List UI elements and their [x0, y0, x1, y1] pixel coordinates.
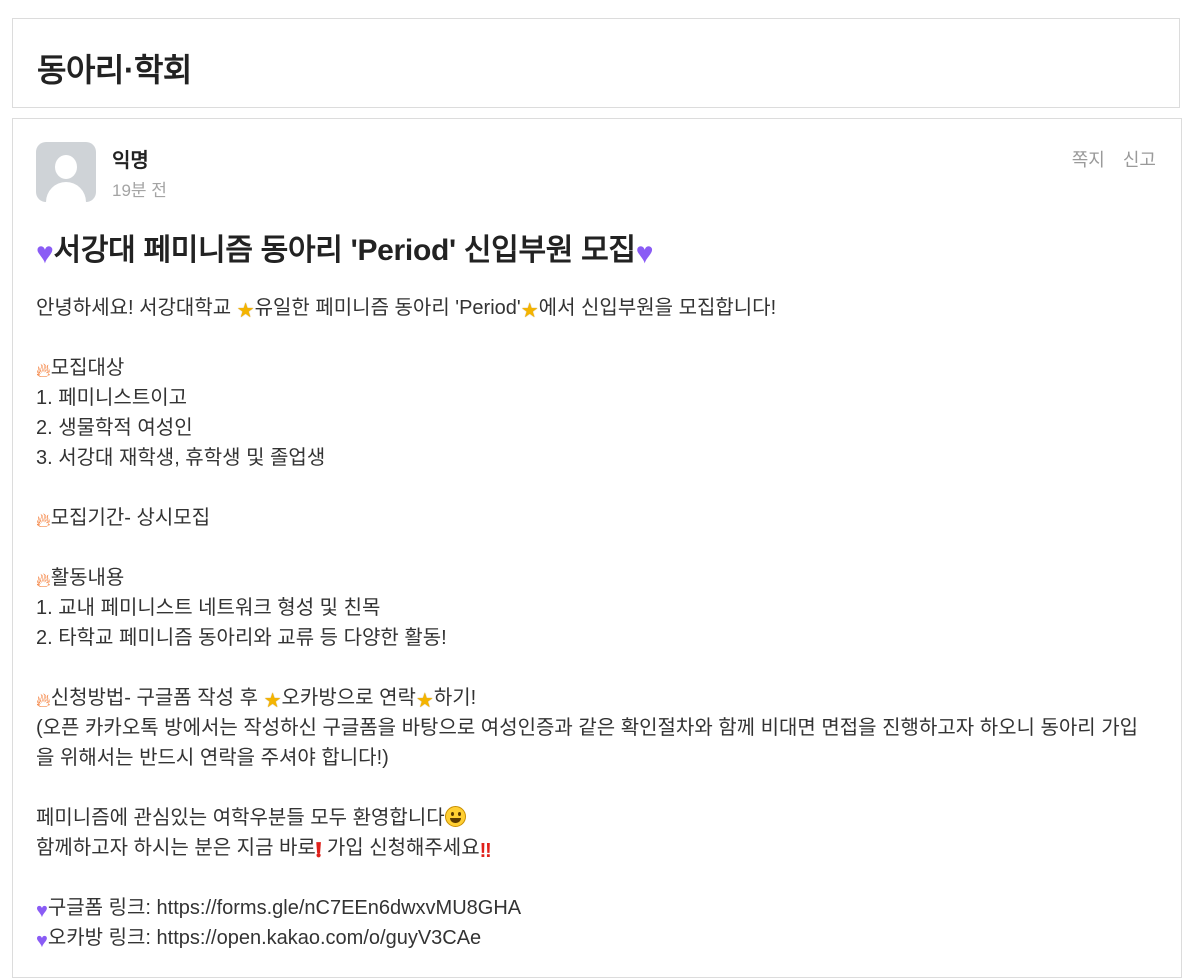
- activity-heading: 🔥︎활동내용: [36, 563, 1156, 593]
- purple-heart-icon: ♥: [36, 930, 48, 952]
- list-item: 2. 생물학적 여성인: [36, 417, 193, 439]
- avatar: [36, 142, 96, 202]
- open-chat-line: ♥오카방 링크: https://open.kakao.com/o/guyV3C…: [36, 923, 1156, 953]
- board-header: 동아리·학회: [12, 18, 1180, 108]
- post-body: 안녕하세요! 서강대학교 ★유일한 페미니즘 동아리 'Period'★에서 신…: [36, 293, 1156, 953]
- intro-line: 안녕하세요! 서강대학교 ★유일한 페미니즘 동아리 'Period'★에서 신…: [36, 293, 1156, 323]
- fire-icon: 🔥︎: [36, 690, 51, 712]
- post-actions: 쪽지 신고: [1072, 146, 1156, 172]
- star-icon: ★: [520, 300, 539, 322]
- post-title: ♥서강대 페미니즘 동아리 'Period' 신입부원 모집♥: [36, 225, 654, 270]
- post-time: 19분 전: [112, 181, 167, 200]
- board-title[interactable]: 동아리·학회: [37, 45, 192, 91]
- star-icon: ★: [236, 300, 255, 322]
- star-icon: ★: [415, 690, 434, 712]
- period-text: 모집기간- 상시모집: [50, 507, 211, 529]
- join-end-text: 가입 신청해주세요: [321, 837, 480, 859]
- apply-contact-text: 오카방으로 연락: [281, 687, 416, 709]
- star-icon: ★: [263, 690, 282, 712]
- list-item: 1. 페미니스트이고: [36, 387, 188, 409]
- welcome-text: 페미니즘에 관심있는 여학우분들 모두 환영합니다: [36, 807, 445, 829]
- target-heading-text: 모집대상: [50, 357, 125, 379]
- open-chat-link[interactable]: 오카방 링크: https://open.kakao.com/o/guyV3CA…: [48, 927, 481, 949]
- apply-end-text: 하기!: [433, 687, 477, 709]
- google-form-link[interactable]: 구글폼 링크: https://forms.gle/nC7EEn6dwxvMU8…: [48, 897, 521, 919]
- period-line: 🔥︎모집기간- 상시모집: [36, 503, 1156, 533]
- welcome-line: 페미니즘에 관심있는 여학우분들 모두 환영합니다: [36, 803, 1156, 833]
- google-form-line: ♥구글폼 링크: https://forms.gle/nC7EEn6dwxvMU…: [36, 893, 1156, 923]
- purple-heart-icon: ♥: [36, 237, 54, 270]
- list-item: 1. 교내 페미니스트 네트워크 형성 및 친목: [36, 597, 381, 619]
- list-item: 3. 서강대 재학생, 휴학생 및 졸업생: [36, 447, 326, 469]
- intro-club-text: 유일한 페미니즘 동아리 'Period': [254, 297, 521, 319]
- fire-icon: 🔥︎: [36, 570, 51, 592]
- join-text: 함께하고자 하시는 분은 지금 바로: [36, 837, 316, 859]
- apply-line: 🔥︎신청방법- 구글폼 작성 후 ★오카방으로 연락★하기!: [36, 683, 1156, 713]
- red-double-exclamation-icon: ‼︎: [479, 840, 492, 862]
- purple-heart-icon: ♥: [36, 900, 48, 922]
- report-button[interactable]: 신고: [1123, 146, 1156, 172]
- post-article: 익명 19분 전 쪽지 신고 ♥서강대 페미니즘 동아리 'Period' 신입…: [12, 118, 1182, 978]
- fire-icon: 🔥︎: [36, 510, 51, 532]
- post-title-text: 서강대 페미니즘 동아리 'Period' 신입부원 모집: [53, 234, 637, 267]
- fire-icon: 🔥︎: [36, 360, 51, 382]
- apply-text: 신청방법- 구글폼 작성 후: [50, 687, 264, 709]
- list-item: 2. 타학교 페미니즘 동아리와 교류 등 다양한 활동!: [36, 627, 447, 649]
- smiley-icon: [444, 806, 466, 827]
- purple-heart-icon: ♥: [635, 237, 654, 270]
- activity-heading-text: 활동내용: [50, 567, 125, 589]
- target-heading: 🔥︎모집대상: [36, 353, 1156, 383]
- apply-note: (오픈 카카오톡 방에서는 작성하신 구글폼을 바탕으로 여성인증과 같은 확인…: [36, 717, 1139, 769]
- author-name: 익명: [112, 150, 149, 172]
- message-button[interactable]: 쪽지: [1072, 146, 1105, 172]
- join-line: 함께하고자 하시는 분은 지금 바로❗︎ 가입 신청해주세요‼︎: [36, 833, 1156, 863]
- intro-end-text: 에서 신입부원을 모집합니다!: [538, 297, 777, 319]
- intro-text: 안녕하세요! 서강대학교: [36, 297, 237, 319]
